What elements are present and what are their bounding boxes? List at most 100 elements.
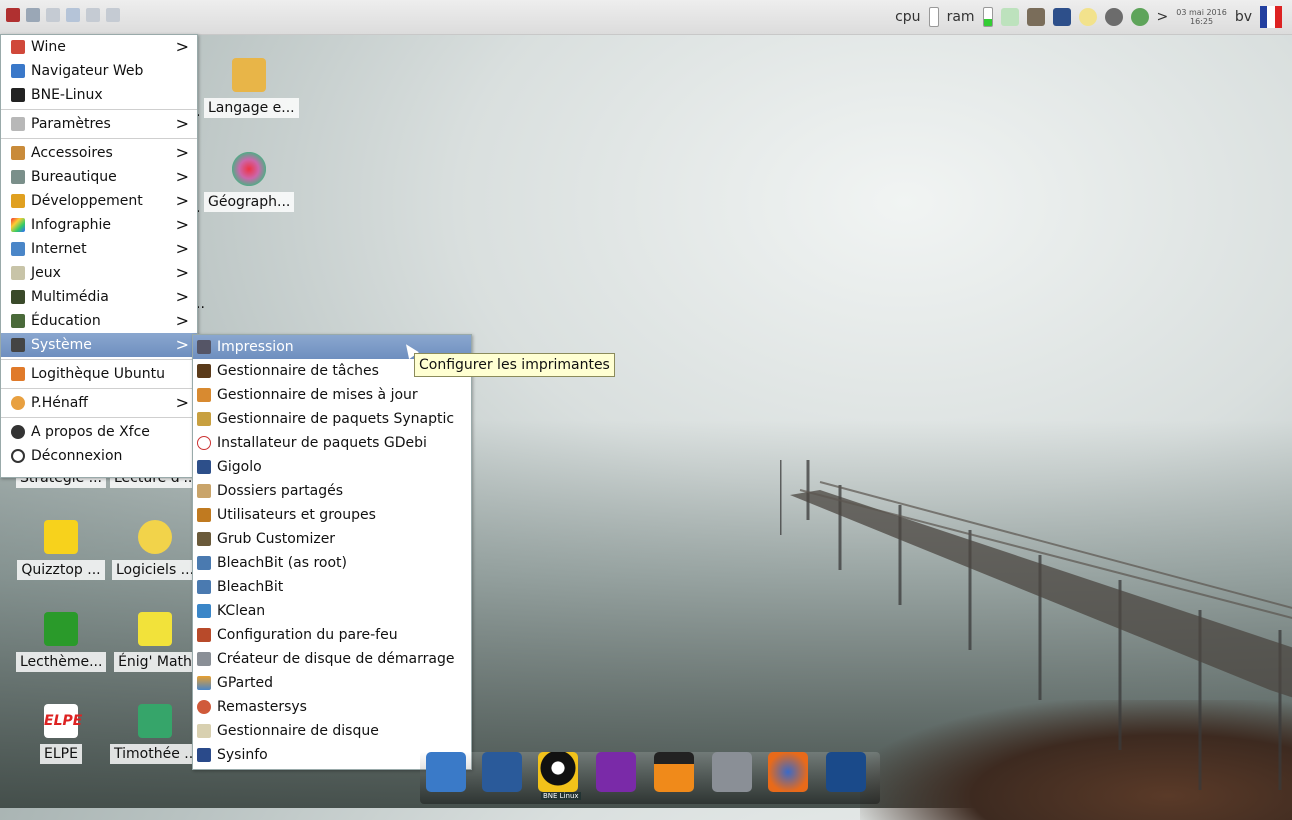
- software-center-icon: [11, 367, 25, 381]
- desktop-icon-timothee[interactable]: Timothée ...: [110, 704, 202, 764]
- submenu-item-createur-disque[interactable]: Créateur de disque de démarrage: [193, 647, 471, 671]
- menu-separator: [1, 388, 197, 389]
- menu-item-deconnexion[interactable]: Déconnexion: [1, 444, 197, 468]
- menu-item-wine[interactable]: Wine >: [1, 35, 197, 59]
- submenu-item-label: Remastersys: [217, 699, 307, 715]
- clock[interactable]: 03 mai 2016 16:25: [1176, 8, 1227, 26]
- desktop-icon-label: Lecthème...: [16, 652, 107, 672]
- top-panel: cpu ram > 03 mai 2016 16:25 bv: [0, 0, 1292, 35]
- chevron-right-icon: >: [175, 37, 189, 56]
- submenu-item-synaptic[interactable]: Gestionnaire de paquets Synaptic: [193, 407, 471, 431]
- dock-icon-writer[interactable]: [482, 752, 522, 792]
- dock-icon-firefox[interactable]: [768, 752, 808, 792]
- menu-item-parametres[interactable]: Paramètres >: [1, 112, 197, 136]
- desktop-icon-enig-math[interactable]: Énig' Math: [110, 612, 200, 672]
- desktop-icon-label: Énig' Math: [114, 652, 196, 672]
- menu-item-phenaff[interactable]: P.Hénaff >: [1, 391, 197, 415]
- submenu-item-remastersys[interactable]: Remastersys: [193, 695, 471, 719]
- quizztop-icon: [44, 520, 78, 554]
- keyboard-layout-flag-icon[interactable]: [1260, 6, 1282, 28]
- menu-item-label: Jeux: [31, 265, 61, 281]
- shared-folder-icon: [197, 484, 211, 498]
- dock-icon-ccleaner[interactable]: [712, 752, 752, 792]
- submenu-item-bleachbit[interactable]: BleachBit: [193, 575, 471, 599]
- desktop-icon-elpe[interactable]: ELPE ELPE: [16, 704, 106, 764]
- whisker-menu-icon[interactable]: [6, 8, 20, 22]
- tray-expand-arrow[interactable]: >: [1157, 9, 1169, 25]
- ram-meter[interactable]: [982, 7, 993, 27]
- submenu-item-utilisateurs[interactable]: Utilisateurs et groupes: [193, 503, 471, 527]
- menu-item-label: Navigateur Web: [31, 63, 144, 79]
- chevron-right-icon: >: [175, 215, 189, 234]
- submenu-item-kclean[interactable]: KClean: [193, 599, 471, 623]
- menu-item-developpement[interactable]: Développement >: [1, 189, 197, 213]
- update-manager-icon: [197, 388, 211, 402]
- firewall-icon: [197, 628, 211, 642]
- submenu-item-mises-a-jour[interactable]: Gestionnaire de mises à jour: [193, 383, 471, 407]
- dock-icon-audio[interactable]: [596, 752, 636, 792]
- menu-item-accessoires[interactable]: Accessoires >: [1, 141, 197, 165]
- submenu-item-gparted[interactable]: GParted: [193, 671, 471, 695]
- workspace-2-icon[interactable]: [66, 8, 80, 22]
- menu-item-bureautique[interactable]: Bureautique >: [1, 165, 197, 189]
- update-cloud-icon[interactable]: [1130, 8, 1149, 26]
- menu-item-infographie[interactable]: Infographie >: [1, 213, 197, 237]
- workspace-4-icon[interactable]: [106, 8, 120, 22]
- brush-icon[interactable]: [1026, 8, 1045, 26]
- workspace-1-icon[interactable]: [46, 8, 60, 22]
- submenu-item-grub-customizer[interactable]: Grub Customizer: [193, 527, 471, 551]
- desktop-icon-quizztop[interactable]: Quizztop ...: [16, 520, 106, 580]
- dock-icon-vlc[interactable]: [654, 752, 694, 792]
- menu-item-label: P.Hénaff: [31, 395, 88, 411]
- submenu-item-pare-feu[interactable]: Configuration du pare-feu: [193, 623, 471, 647]
- submenu-item-gigolo[interactable]: Gigolo: [193, 455, 471, 479]
- workspace-3-icon[interactable]: [86, 8, 100, 22]
- submenu-item-bleachbit-root[interactable]: BleachBit (as root): [193, 551, 471, 575]
- network-icon[interactable]: [1000, 8, 1019, 26]
- gigolo-icon[interactable]: [1052, 8, 1071, 26]
- elpe-logo-icon: ELPE: [44, 704, 82, 738]
- menu-item-bne-linux[interactable]: BNE-Linux: [1, 83, 197, 107]
- menu-separator: [1, 109, 197, 110]
- dock-icon-window-manager[interactable]: [826, 752, 866, 792]
- menu-item-label: Internet: [31, 241, 87, 257]
- menu-item-navigateur-web[interactable]: Navigateur Web: [1, 59, 197, 83]
- menu-item-label: Bureautique: [31, 169, 117, 185]
- menu-item-education[interactable]: Éducation >: [1, 309, 197, 333]
- menu-item-label: Déconnexion: [31, 448, 123, 464]
- menu-item-internet[interactable]: Internet >: [1, 237, 197, 261]
- desktop-icon-label: ELPE: [40, 744, 82, 764]
- bleachbit-icon: [197, 580, 211, 594]
- menu-item-a-propos[interactable]: A propos de Xfce: [1, 420, 197, 444]
- user-label[interactable]: bv: [1235, 9, 1252, 25]
- development-icon: [11, 194, 25, 208]
- menu-item-multimedia[interactable]: Multimédia >: [1, 285, 197, 309]
- dock-icon-stats[interactable]: [426, 752, 466, 792]
- menu-item-systeme[interactable]: Système >: [1, 333, 197, 357]
- submenu-item-label: Gigolo: [217, 459, 262, 475]
- settings-gear-icon[interactable]: [1104, 8, 1123, 26]
- timothee-icon: [138, 704, 172, 738]
- submenu-item-gestionnaire-disque[interactable]: Gestionnaire de disque: [193, 719, 471, 743]
- bulb-icon[interactable]: [1078, 8, 1097, 26]
- menu-item-logitheque[interactable]: Logithèque Ubuntu: [1, 362, 197, 386]
- dock-icon-bne-linux-tux[interactable]: [538, 752, 578, 792]
- tooltip: Configurer les imprimantes: [414, 353, 615, 377]
- submenu-item-dossiers-partages[interactable]: Dossiers partagés: [193, 479, 471, 503]
- menu-item-label: Éducation: [31, 313, 101, 329]
- gigolo-icon: [197, 460, 211, 474]
- submenu-item-label: Créateur de disque de démarrage: [217, 651, 455, 667]
- desktop-icon-geographie[interactable]: Géograph...: [204, 152, 295, 212]
- submenu-item-gdebi[interactable]: Installateur de paquets GDebi: [193, 431, 471, 455]
- show-desktop-icon[interactable]: [26, 8, 40, 22]
- desktop-icon-logiciels[interactable]: Logiciels ...: [110, 520, 200, 580]
- desktop-icon-label: Géograph...: [204, 192, 295, 212]
- office-icon: [11, 170, 25, 184]
- menu-item-label: Wine: [31, 39, 66, 55]
- menu-item-jeux[interactable]: Jeux >: [1, 261, 197, 285]
- desktop-icon-label: Quizztop ...: [17, 560, 105, 580]
- cpu-meter[interactable]: [928, 7, 939, 27]
- desktop-icon-langage[interactable]: Langage e...: [204, 58, 299, 118]
- desktop-icon-lectheme[interactable]: Lecthème...: [16, 612, 107, 672]
- wine-icon: [11, 40, 25, 54]
